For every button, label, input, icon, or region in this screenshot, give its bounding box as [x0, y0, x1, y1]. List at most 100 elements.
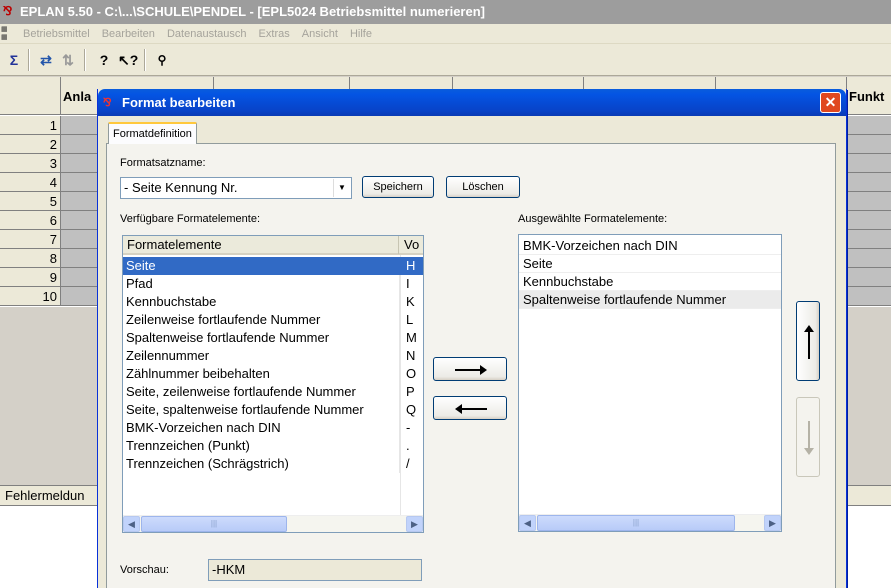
remove-element-button[interactable] [433, 396, 507, 420]
menu-betriebsmittel[interactable]: Betriebsmittel [23, 24, 90, 44]
delete-button[interactable]: Löschen [446, 176, 520, 198]
grid-row-number[interactable]: 6 [0, 211, 61, 230]
list-item-code: I [406, 276, 410, 291]
available-hscrollbar[interactable]: ◀ ||| ▶ [123, 515, 423, 532]
grid-header-funkt[interactable]: Funkt [847, 77, 891, 115]
chevron-down-icon[interactable]: ▼ [333, 179, 350, 197]
scroll-left-icon[interactable]: ◀ [123, 516, 140, 532]
dialog-titlebar[interactable]: ⅋ Format bearbeiten ✕ [98, 89, 846, 116]
list-item-name: Zeilennummer [123, 347, 400, 365]
list-item-name: Zählnummer beibehalten [123, 365, 400, 383]
arrow-down-icon [804, 421, 814, 455]
grid-row-number[interactable]: 1 [0, 116, 61, 135]
list-item[interactable]: BMK-Vorzeichen nach DIN [519, 237, 781, 255]
grid-row-number[interactable]: 10 [0, 287, 61, 306]
scroll-thumb[interactable]: ||| [537, 515, 735, 531]
scroll-thumb[interactable]: ||| [141, 516, 287, 532]
list-item[interactable]: Kennbuchstabe [519, 273, 781, 291]
dialog-title: Format bearbeiten [122, 95, 236, 110]
formatsatzname-value: - Seite Kennung Nr. [124, 180, 238, 195]
list-item[interactable]: Kennbuchstabe K [123, 293, 423, 311]
toolbar-separator [84, 49, 86, 71]
move-down-button[interactable] [796, 397, 820, 477]
formatsatzname-label: Formatsatzname: [120, 157, 206, 169]
sum-icon[interactable]: Σ [4, 50, 24, 70]
list-item[interactable]: Trennzeichen (Punkt). [123, 437, 423, 455]
grid-corner [0, 77, 61, 115]
help-icon[interactable]: ? [94, 50, 114, 70]
list-item-name: Seite, spaltenweise fortlaufende Nummer [123, 401, 400, 419]
renumber-icon[interactable]: ⇄ [36, 50, 56, 70]
grid-row-number[interactable]: 4 [0, 173, 61, 192]
list-item[interactable]: Seite, spaltenweise fortlaufende Nummer Q [123, 401, 423, 419]
list-item-name: Seite, zeilenweise fortlaufende Nummer [123, 383, 400, 401]
menu-datenaustausch[interactable]: Datenaustausch [167, 24, 247, 44]
menu-bearbeiten[interactable]: Bearbeiten [102, 24, 155, 44]
arrow-right-icon [455, 365, 487, 375]
close-button[interactable]: ✕ [820, 92, 841, 113]
toolbar: Σ ⇄ ⇅ ? ↖? ⚲ [0, 44, 891, 76]
grid-row-number[interactable]: 5 [0, 192, 61, 211]
list-item[interactable]: Spaltenweise fortlaufende Nummer [519, 291, 781, 309]
column-header-vo[interactable]: Vo [401, 236, 423, 254]
list-item-name: Zeilenweise fortlaufende Nummer [123, 311, 400, 329]
column-header-formatelemente[interactable]: Formatelemente [123, 236, 399, 254]
list-item-code: M [406, 330, 417, 345]
list-item-name: Trennzeichen (Punkt) [123, 437, 400, 455]
formatsatzname-select[interactable]: - Seite Kennung Nr. ▼ [120, 177, 352, 199]
grid-row-number[interactable]: 3 [0, 154, 61, 173]
list-item-name: Pfad [123, 275, 400, 293]
dialog-app-icon: ⅋ [103, 97, 112, 109]
list-item-code: . [406, 438, 410, 453]
list-item-code: O [406, 366, 417, 381]
list-item[interactable]: Zeilennummer N [123, 347, 423, 365]
list-item[interactable]: Spaltenweise fortlaufende Nummer M [123, 329, 423, 347]
preview-label: Vorschau: [120, 564, 169, 576]
list-item[interactable]: Pfad I [123, 275, 423, 293]
selected-elements-list[interactable]: BMK-Vorzeichen nach DIN Seite Kennbuchstab… [518, 234, 782, 532]
list-item-code: - [406, 420, 411, 435]
selected-hscrollbar[interactable]: ◀ ||| ▶ [519, 514, 781, 531]
move-up-button[interactable] [796, 301, 820, 381]
scroll-right-icon[interactable]: ▶ [764, 515, 781, 531]
available-elements-label: Verfügbare Formatelemente: [120, 213, 261, 225]
save-button[interactable]: Speichern [362, 176, 434, 198]
toolbar-separator [28, 49, 30, 71]
grid-row-number[interactable]: 8 [0, 249, 61, 268]
binoculars-icon[interactable]: ⚲ [152, 50, 172, 70]
list-item-code: P [406, 384, 415, 399]
list-item-name: Seite [123, 257, 400, 275]
list-item[interactable]: Zeilenweise fortlaufende Nummer L [123, 311, 423, 329]
add-element-button[interactable] [433, 357, 507, 381]
list-item[interactable]: Zählnummer beibehalten O [123, 365, 423, 383]
toolbar-separator [144, 49, 146, 71]
list-item[interactable]: Trennzeichen (Schrägstrich) / [123, 455, 423, 473]
menu-ansicht[interactable]: Ansicht [302, 24, 338, 44]
available-elements-list[interactable]: Formatelemente Vo Seite H Pfad I Kennbuchsta… [122, 235, 424, 533]
list-item[interactable]: BMK-Vorzeichen nach DIN - [123, 419, 423, 437]
list-item-code: N [406, 348, 416, 363]
context-help-icon[interactable]: ↖? [118, 50, 138, 70]
list-item-code: H [406, 258, 416, 273]
list-item[interactable]: Seite, zeilenweise fortlaufende Nummer P [123, 383, 423, 401]
list-item-code: K [406, 294, 415, 309]
arrow-up-icon [804, 325, 814, 359]
menu-bar: ▦ ▦ Betriebsmittel Bearbeiten Datenaustau… [0, 24, 891, 44]
grid-row-number[interactable]: 7 [0, 230, 61, 249]
tab-formatdefinition[interactable]: Formatdefinition [108, 122, 197, 144]
list-item-name: Kennbuchstabe [123, 293, 400, 311]
document-system-icon[interactable]: ▦ ▦ [1, 26, 21, 42]
grid-row-number[interactable]: 2 [0, 135, 61, 154]
list-item-name: BMK-Vorzeichen nach DIN [123, 419, 400, 437]
scroll-right-icon[interactable]: ▶ [406, 516, 423, 532]
scroll-left-icon[interactable]: ◀ [519, 515, 536, 531]
menu-hilfe[interactable]: Hilfe [350, 24, 372, 44]
list-item[interactable]: Seite [519, 255, 781, 273]
grid-row-number[interactable]: 9 [0, 268, 61, 287]
selected-elements-label: Ausgewählte Formatelemente: [518, 213, 668, 225]
arrow-left-icon [455, 404, 487, 414]
menu-extras[interactable]: Extras [259, 24, 290, 44]
renumber-disabled-icon: ⇅ [62, 52, 74, 68]
preview-field: -HKM [208, 559, 422, 581]
list-item[interactable]: Seite H [123, 257, 423, 275]
